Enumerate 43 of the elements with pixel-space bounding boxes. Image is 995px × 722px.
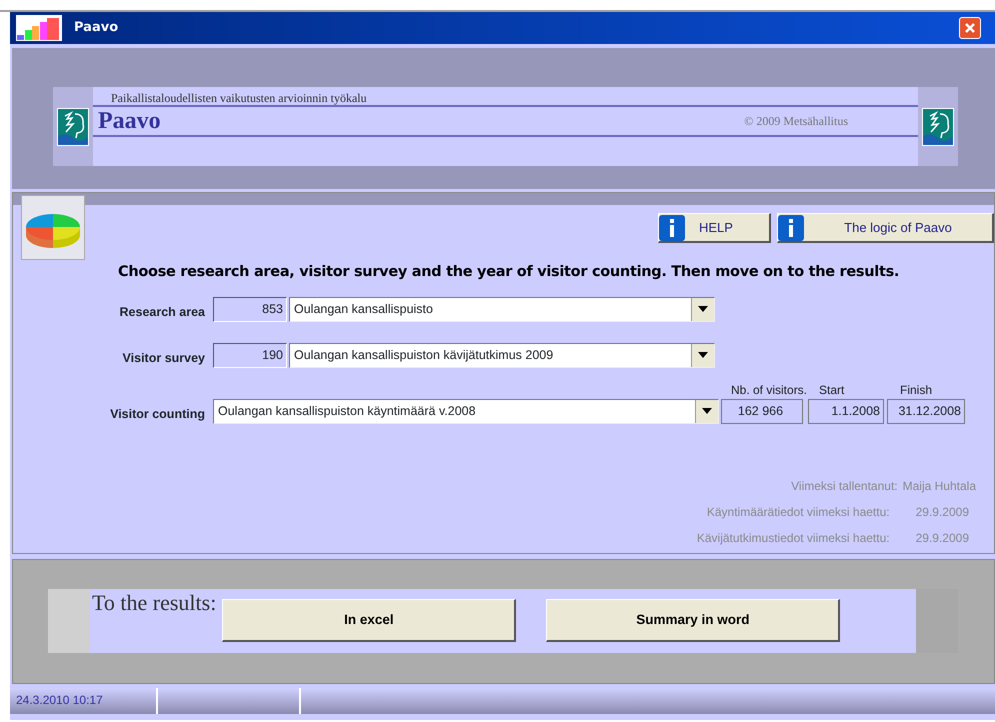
info-value: Maija Huhtala [902, 478, 976, 495]
instruction-text: Choose research area, visitor survey and the year of visitor counting. Then move on to the results. [118, 263, 900, 282]
dropdown[interactable]: Oulangan kansallispuisto [289, 296, 715, 322]
dropdown-arrow-icon [698, 306, 708, 312]
info-icon [778, 214, 804, 240]
status-datetime: 24.3.2010 10:17 [10, 688, 158, 714]
field-label: Visitor survey [122, 350, 206, 367]
panel-side [48, 589, 90, 653]
results-button[interactable]: In excel [222, 599, 516, 642]
header-subtitle: Paikallistaloudellisten vaikutusten arvioinnin työkalu [93, 91, 918, 107]
forest-logo-icon [57, 108, 89, 146]
value-field: 31.12.2008 [887, 398, 965, 424]
info-icon [659, 214, 685, 240]
dropdown-arrow-icon [702, 408, 712, 414]
forest-logo-icon [922, 108, 954, 146]
info-value: 29.9.2009 [916, 504, 969, 521]
help-button[interactable]: The logic of Paavo [777, 213, 994, 243]
column-heading: Start [819, 382, 846, 399]
info-value: 29.9.2009 [916, 530, 969, 547]
dropdown[interactable]: Oulangan kansallispuiston kävijätutkimus 2009 [289, 342, 715, 368]
help-button[interactable]: HELP [658, 213, 771, 243]
code-field: 190 [213, 342, 287, 368]
column-heading: Finish [899, 382, 934, 399]
dropdown[interactable]: Oulangan kansallispuiston käyntimäärä v.2008 [213, 398, 719, 424]
app-title: Paavo [97, 107, 161, 136]
code-field: 853 [213, 296, 287, 322]
results-label: To the results: [92, 591, 216, 617]
field-label: Research area [118, 304, 206, 321]
close-button[interactable] [959, 17, 981, 39]
info-label: Kävijätutkimustiedot viimeksi haettu: [696, 530, 890, 547]
value-field: 1.1.2008 [808, 398, 884, 424]
column-heading: Nb. of visitors. [731, 382, 808, 399]
bar-chart-logo-icon [16, 15, 62, 41]
close-icon [964, 22, 976, 34]
panel-side [916, 589, 958, 653]
value-field: 162 966 [721, 398, 803, 424]
info-label: Viimeksi tallentanut: [791, 478, 898, 495]
window-title: Paavo [74, 19, 118, 38]
info-label: Käyntimäärätiedot viimeksi haettu: [706, 504, 890, 521]
copyright-text: © 2009 Metsähallitus [744, 113, 848, 130]
field-label: Visitor counting [109, 406, 206, 423]
results-button[interactable]: Summary in word [546, 599, 840, 642]
dropdown-arrow-icon [698, 352, 708, 358]
